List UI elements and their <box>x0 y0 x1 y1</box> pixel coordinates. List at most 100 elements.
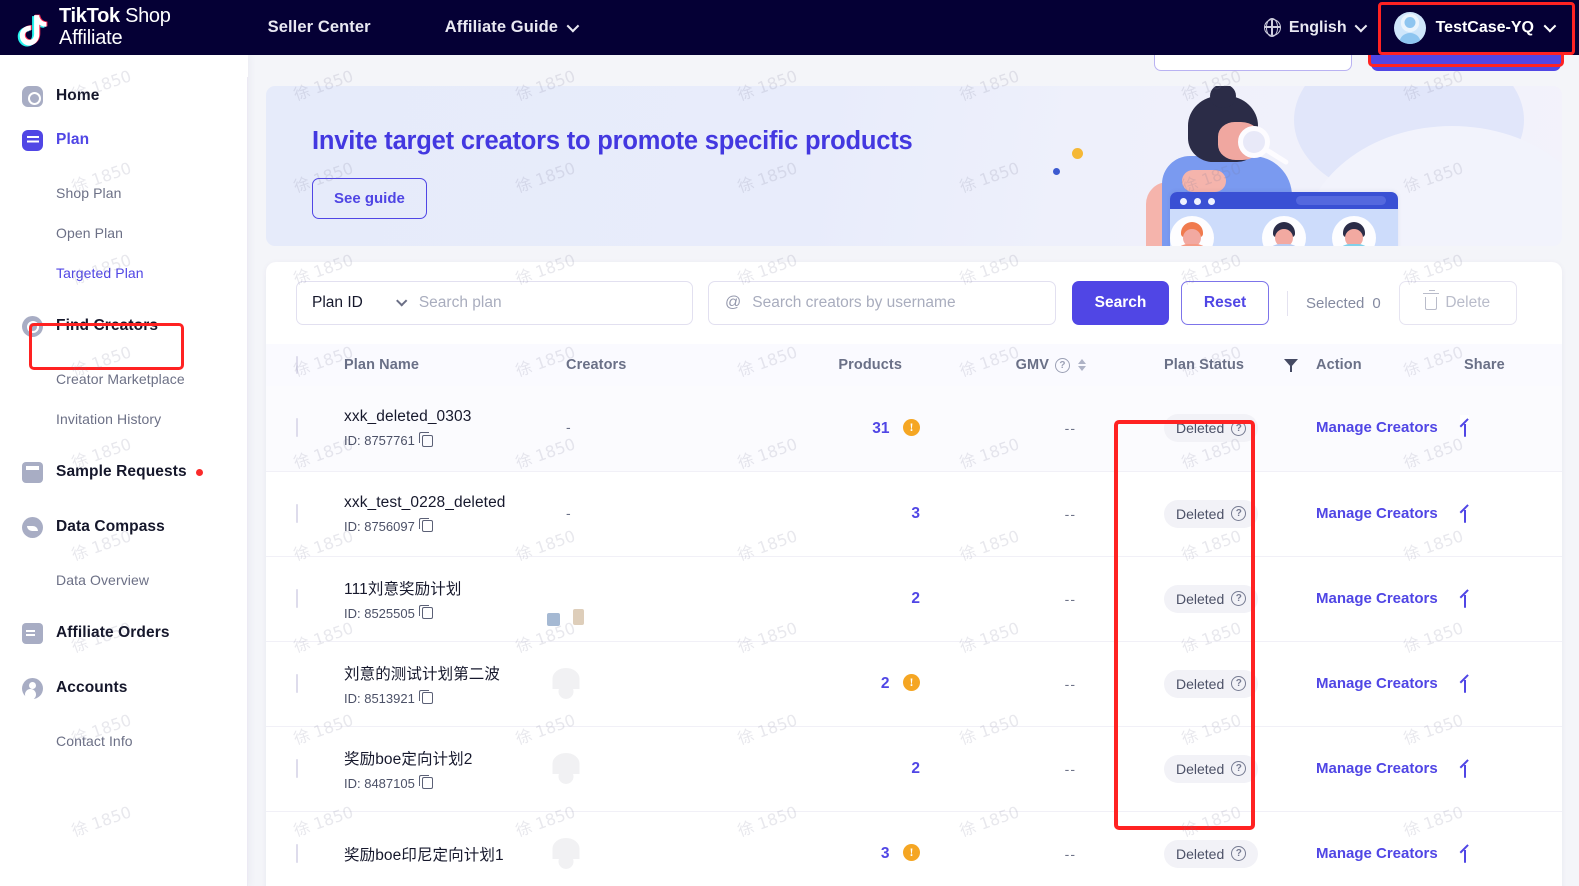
help-icon[interactable]: ? <box>1231 676 1247 691</box>
search-button[interactable]: Search <box>1072 281 1169 325</box>
sidebar-item-contact-info[interactable]: Contact Info <box>0 721 247 761</box>
copy-icon[interactable] <box>419 517 433 532</box>
plan-id-group: ID: 8487105 <box>344 774 566 791</box>
delete-button-label: Delete <box>1445 294 1491 311</box>
creator-search-group[interactable]: @ <box>708 281 1056 325</box>
row-checkbox[interactable] <box>296 843 298 863</box>
nav-seller-center[interactable]: Seller Center <box>268 18 371 37</box>
share-external-link-icon[interactable] <box>1464 503 1466 523</box>
help-icon[interactable]: ? <box>1231 846 1247 861</box>
manage-creators-link[interactable]: Manage Creators <box>1316 505 1438 522</box>
manage-creators-link[interactable]: Manage Creators <box>1316 845 1438 862</box>
tiktok-shop-affiliate-logo[interactable]: TikTok Shop Affiliate <box>14 5 171 49</box>
products-count[interactable]: 3 <box>881 845 890 862</box>
header-products: Products <box>804 344 964 386</box>
header-gmv: GMV ? <box>964 344 1128 386</box>
sidebar-item-find-creators[interactable]: Find Creators <box>0 304 247 348</box>
trash-icon <box>1423 289 1440 310</box>
plans-panel: Plan ID @ Search Reset Selected 0 Delete <box>266 262 1562 886</box>
copy-icon[interactable] <box>419 604 433 619</box>
sidebar-item-label: Targeted Plan <box>56 265 144 281</box>
help-icon[interactable]: ? <box>1231 420 1247 436</box>
row-checkbox[interactable] <box>296 758 298 778</box>
plan-id-group: ID: 8513921 <box>344 689 566 706</box>
plans-table: Plan Name Creators Products GMV ? Plan S… <box>266 344 1562 886</box>
row-checkbox[interactable] <box>296 503 298 523</box>
sidebar-item-plan[interactable]: Plan <box>0 118 247 162</box>
plan-search-input[interactable] <box>418 294 634 312</box>
table-row[interactable]: 奖励boe印尼定向计划1 3 ! -- Deleted ? Manage Cre… <box>266 811 1562 886</box>
status-label: Deleted <box>1176 760 1225 777</box>
plan-name: xxk_deleted_0303 <box>344 408 472 426</box>
account-menu[interactable]: TestCase-YQ <box>1386 5 1565 51</box>
help-icon[interactable]: ? <box>1055 357 1070 373</box>
sidebar-item-data-compass[interactable]: Data Compass <box>0 505 247 549</box>
plan-id-group: ID: 8525505 <box>344 604 566 621</box>
gmv-value: -- <box>1064 505 1076 522</box>
see-guide-button[interactable]: See guide <box>312 178 427 219</box>
help-icon[interactable]: ? <box>1231 591 1247 606</box>
products-count[interactable]: 2 <box>911 760 920 777</box>
share-external-link-icon[interactable] <box>1464 673 1466 693</box>
plan-search-group[interactable]: Plan ID <box>296 281 693 325</box>
copy-icon[interactable] <box>419 689 433 704</box>
sidebar-item-data-overview[interactable]: Data Overview <box>0 560 247 600</box>
products-count[interactable]: 2 <box>911 590 920 607</box>
manage-creators-link[interactable]: Manage Creators <box>1316 675 1438 692</box>
table-row[interactable]: 刘意的测试计划第二波 ID: 8513921 2 ! -- Deleted ? … <box>266 641 1562 727</box>
sidebar-item-sample-requests[interactable]: Sample Requests <box>0 450 247 494</box>
table-row[interactable]: 111刘意奖励计划 ID: 8525505 2 -- Deleted ? Man… <box>266 556 1562 642</box>
table-row[interactable]: 奖励boe定向计划2 ID: 8487105 2 -- Deleted ? Ma… <box>266 726 1562 812</box>
sidebar-item-affiliate-orders[interactable]: Affiliate Orders <box>0 611 247 655</box>
selected-label: Selected <box>1306 294 1365 312</box>
warning-icon[interactable]: ! <box>903 844 920 861</box>
sidebar-item-invitation-history[interactable]: Invitation History <box>0 399 247 439</box>
chevron-down-icon <box>566 19 580 33</box>
sort-toggle-gmv[interactable] <box>1078 359 1086 371</box>
avatar <box>1393 11 1426 44</box>
warning-icon[interactable]: ! <box>903 418 920 436</box>
filter-funnel-icon[interactable] <box>1284 358 1299 372</box>
row-checkbox[interactable] <box>296 673 298 693</box>
sidebar-item-open-plan[interactable]: Open Plan <box>0 213 247 253</box>
manage-creators-link[interactable]: Manage Creators <box>1316 590 1438 607</box>
warning-icon[interactable]: ! <box>903 674 920 691</box>
table-row[interactable]: xxk_deleted_0303 ID: 8757761 - 31 ! -- D… <box>266 386 1562 472</box>
share-external-link-icon[interactable] <box>1464 843 1466 863</box>
plan-field-select-value[interactable]: Plan ID <box>297 294 363 312</box>
logo-text: TikTok Shop Affiliate <box>59 5 171 49</box>
sidebar-item-home[interactable]: Home <box>0 74 247 118</box>
help-icon[interactable]: ? <box>1231 506 1247 521</box>
share-external-link-icon[interactable] <box>1464 588 1466 608</box>
language-selector[interactable]: English <box>1263 18 1367 37</box>
top-secondary-button[interactable] <box>1154 55 1352 71</box>
sidebar-item-targeted-plan[interactable]: Targeted Plan <box>0 253 247 293</box>
nav-affiliate-guide-label: Affiliate Guide <box>444 18 559 36</box>
logo-affiliate-text: Affiliate <box>59 26 123 49</box>
copy-icon[interactable] <box>419 774 433 789</box>
row-checkbox[interactable] <box>296 588 298 608</box>
sidebar-item-accounts[interactable]: Accounts <box>0 666 247 710</box>
sidebar-item-creator-marketplace[interactable]: Creator Marketplace <box>0 359 247 399</box>
share-external-link-icon[interactable] <box>1464 418 1466 438</box>
nav-affiliate-guide[interactable]: Affiliate Guide <box>444 18 580 37</box>
products-count[interactable]: 3 <box>911 505 920 522</box>
help-icon[interactable]: ? <box>1231 761 1247 776</box>
select-all-checkbox[interactable] <box>296 356 298 374</box>
table-row[interactable]: xxk_test_0228_deleted ID: 8756097 - 3 -- <box>266 471 1562 557</box>
status-label: Deleted <box>1176 590 1225 607</box>
selected-count: 0 <box>1372 294 1381 312</box>
creator-search-input[interactable] <box>752 294 1015 312</box>
copy-icon[interactable] <box>419 432 433 447</box>
manage-creators-link[interactable]: Manage Creators <box>1316 760 1438 777</box>
products-count[interactable]: 31 <box>872 420 889 437</box>
share-external-link-icon[interactable] <box>1464 758 1466 778</box>
delete-button[interactable]: Delete <box>1398 281 1517 325</box>
products-count[interactable]: 2 <box>881 675 890 692</box>
chevron-down-icon <box>1354 19 1367 33</box>
reset-button[interactable]: Reset <box>1181 281 1269 325</box>
manage-creators-link[interactable]: Manage Creators <box>1316 419 1438 436</box>
sidebar-item-shop-plan[interactable]: Shop Plan <box>0 173 247 213</box>
top-primary-button[interactable] <box>1371 55 1561 71</box>
row-checkbox[interactable] <box>296 418 298 438</box>
